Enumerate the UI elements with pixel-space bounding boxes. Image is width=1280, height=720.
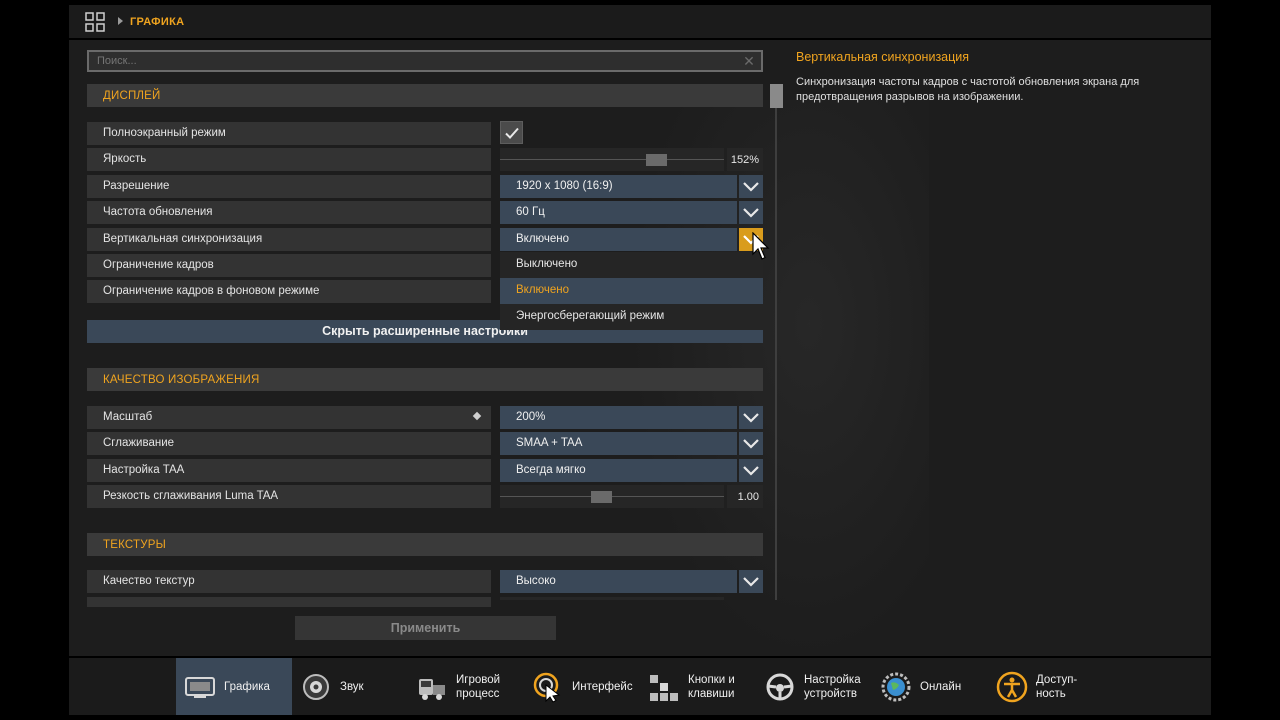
nav-label: Кнопки и клавиши bbox=[688, 673, 735, 700]
chevron-down-icon bbox=[743, 577, 759, 587]
speaker-icon bbox=[303, 674, 329, 700]
nav-devices[interactable]: Настройка устройств bbox=[756, 658, 872, 715]
slider-track bbox=[500, 496, 724, 497]
target-cursor-icon bbox=[533, 672, 561, 703]
section-display: ДИСПЛЕЙ bbox=[87, 84, 763, 107]
nav-accessibility[interactable]: Доступ- ность bbox=[988, 658, 1104, 715]
taa-label: Настройка TAA bbox=[87, 459, 491, 482]
diamond-icon bbox=[472, 411, 482, 421]
scale-label-text: Масштаб bbox=[103, 411, 153, 423]
taa-dropdown-button[interactable] bbox=[739, 459, 763, 482]
bottom-nav: Графика Звук Игровой процесс Интерфейс К… bbox=[69, 658, 1211, 715]
dropdown-option-off[interactable]: Выключено bbox=[500, 252, 763, 278]
vsync-label: Вертикальная синхронизация bbox=[87, 228, 491, 251]
dropdown-option-power-saving[interactable]: Энергосберегающий режим bbox=[500, 304, 763, 330]
antialiasing-label: Сглаживание bbox=[87, 432, 491, 455]
nav-gameplay[interactable]: Игровой процесс bbox=[408, 658, 524, 715]
resolution-select[interactable]: 1920 x 1080 (16:9) bbox=[500, 175, 737, 198]
nav-label: Доступ- ность bbox=[1036, 673, 1078, 700]
texture-quality-label: Качество текстур bbox=[87, 570, 491, 593]
section-textures: ТЕКСТУРЫ bbox=[87, 533, 763, 556]
texture-quality-select[interactable]: Высоко bbox=[500, 570, 737, 593]
scale-dropdown-button[interactable] bbox=[739, 406, 763, 429]
chevron-down-icon bbox=[743, 413, 759, 423]
slider-track bbox=[500, 159, 724, 160]
apply-button[interactable]: Применить bbox=[295, 616, 556, 640]
nav-label: Онлайн bbox=[920, 680, 962, 693]
antialiasing-dropdown-button[interactable] bbox=[739, 432, 763, 455]
monitor-icon bbox=[185, 677, 215, 698]
scrollbar-track[interactable] bbox=[775, 84, 777, 600]
search-input[interactable] bbox=[87, 50, 763, 72]
brightness-value: 152% bbox=[727, 148, 763, 171]
scale-label: Масштаб bbox=[87, 406, 491, 429]
dropdown-option-on[interactable]: Включено bbox=[500, 278, 763, 304]
breadcrumb-current: ГРАФИКА bbox=[130, 16, 185, 28]
nav-label: Звук bbox=[340, 680, 364, 693]
next-row-control bbox=[500, 597, 724, 600]
resolution-label: Разрешение bbox=[87, 175, 491, 198]
settings-panel: ✕ ДИСПЛЕЙ Полноэкранный режим Яркость 15… bbox=[69, 40, 1211, 656]
top-bar: ГРАФИКА bbox=[69, 5, 1211, 38]
nav-sound[interactable]: Звук bbox=[292, 658, 408, 715]
nav-graphics[interactable]: Графика bbox=[176, 658, 292, 715]
mouse-cursor-icon bbox=[752, 232, 770, 260]
globe-gear-icon bbox=[881, 672, 911, 702]
chevron-down-icon bbox=[743, 208, 759, 218]
frame-limit-label: Ограничение кадров bbox=[87, 254, 491, 277]
breadcrumb-arrow-icon bbox=[118, 17, 123, 25]
info-description: Синхронизация частоты кадров с частотой … bbox=[796, 76, 1140, 103]
clear-search-icon[interactable]: ✕ bbox=[742, 54, 756, 68]
next-row-label bbox=[87, 597, 491, 607]
nav-keys[interactable]: Кнопки и клавиши bbox=[640, 658, 756, 715]
keyboard-icon bbox=[650, 675, 678, 701]
chevron-down-icon bbox=[743, 182, 759, 192]
nav-label: Игровой процесс bbox=[456, 673, 501, 700]
slider-handle[interactable] bbox=[591, 491, 612, 503]
refresh-rate-dropdown-button[interactable] bbox=[739, 201, 763, 224]
brightness-label: Яркость bbox=[87, 148, 491, 171]
bg-frame-limit-label: Ограничение кадров в фоновом режиме bbox=[87, 280, 491, 303]
vsync-select[interactable]: Включено bbox=[500, 228, 737, 251]
nav-interface[interactable]: Интерфейс bbox=[524, 658, 640, 715]
vsync-dropdown-menu: Выключено Включено Энергосберегающий реж… bbox=[500, 252, 763, 330]
refresh-rate-label: Частота обновления bbox=[87, 201, 491, 224]
nav-online[interactable]: Онлайн bbox=[872, 658, 988, 715]
fullscreen-label: Полноэкранный режим bbox=[87, 122, 491, 145]
taa-select[interactable]: Всегда мягко bbox=[500, 459, 737, 482]
menu-grid-icon[interactable] bbox=[85, 12, 105, 32]
steering-wheel-icon bbox=[766, 673, 794, 701]
brightness-slider[interactable] bbox=[500, 148, 724, 171]
nav-label: Интерфейс bbox=[572, 680, 633, 693]
checkmark-icon bbox=[505, 127, 519, 139]
resolution-dropdown-button[interactable] bbox=[739, 175, 763, 198]
antialiasing-select[interactable]: SMAA + TAA bbox=[500, 432, 737, 455]
info-title: Вертикальная синхронизация bbox=[796, 50, 970, 64]
truck-icon bbox=[419, 679, 445, 700]
refresh-rate-select[interactable]: 60 Гц bbox=[500, 201, 737, 224]
chevron-down-icon bbox=[743, 466, 759, 476]
luma-taa-value: 1.00 bbox=[727, 485, 763, 508]
luma-taa-label: Резкость сглаживания Luma TAA bbox=[87, 485, 491, 508]
accessibility-icon bbox=[996, 671, 1028, 703]
chevron-down-icon bbox=[743, 439, 759, 449]
section-image-quality: КАЧЕСТВО ИЗОБРАЖЕНИЯ bbox=[87, 368, 763, 391]
luma-taa-slider[interactable] bbox=[500, 485, 724, 508]
scrollbar-thumb[interactable] bbox=[770, 84, 783, 108]
texture-quality-dropdown-button[interactable] bbox=[739, 570, 763, 593]
nav-label: Настройка устройств bbox=[804, 673, 861, 700]
fullscreen-checkbox[interactable] bbox=[500, 121, 523, 144]
scale-select[interactable]: 200% bbox=[500, 406, 737, 429]
slider-handle[interactable] bbox=[646, 154, 667, 166]
nav-label: Графика bbox=[224, 680, 270, 693]
